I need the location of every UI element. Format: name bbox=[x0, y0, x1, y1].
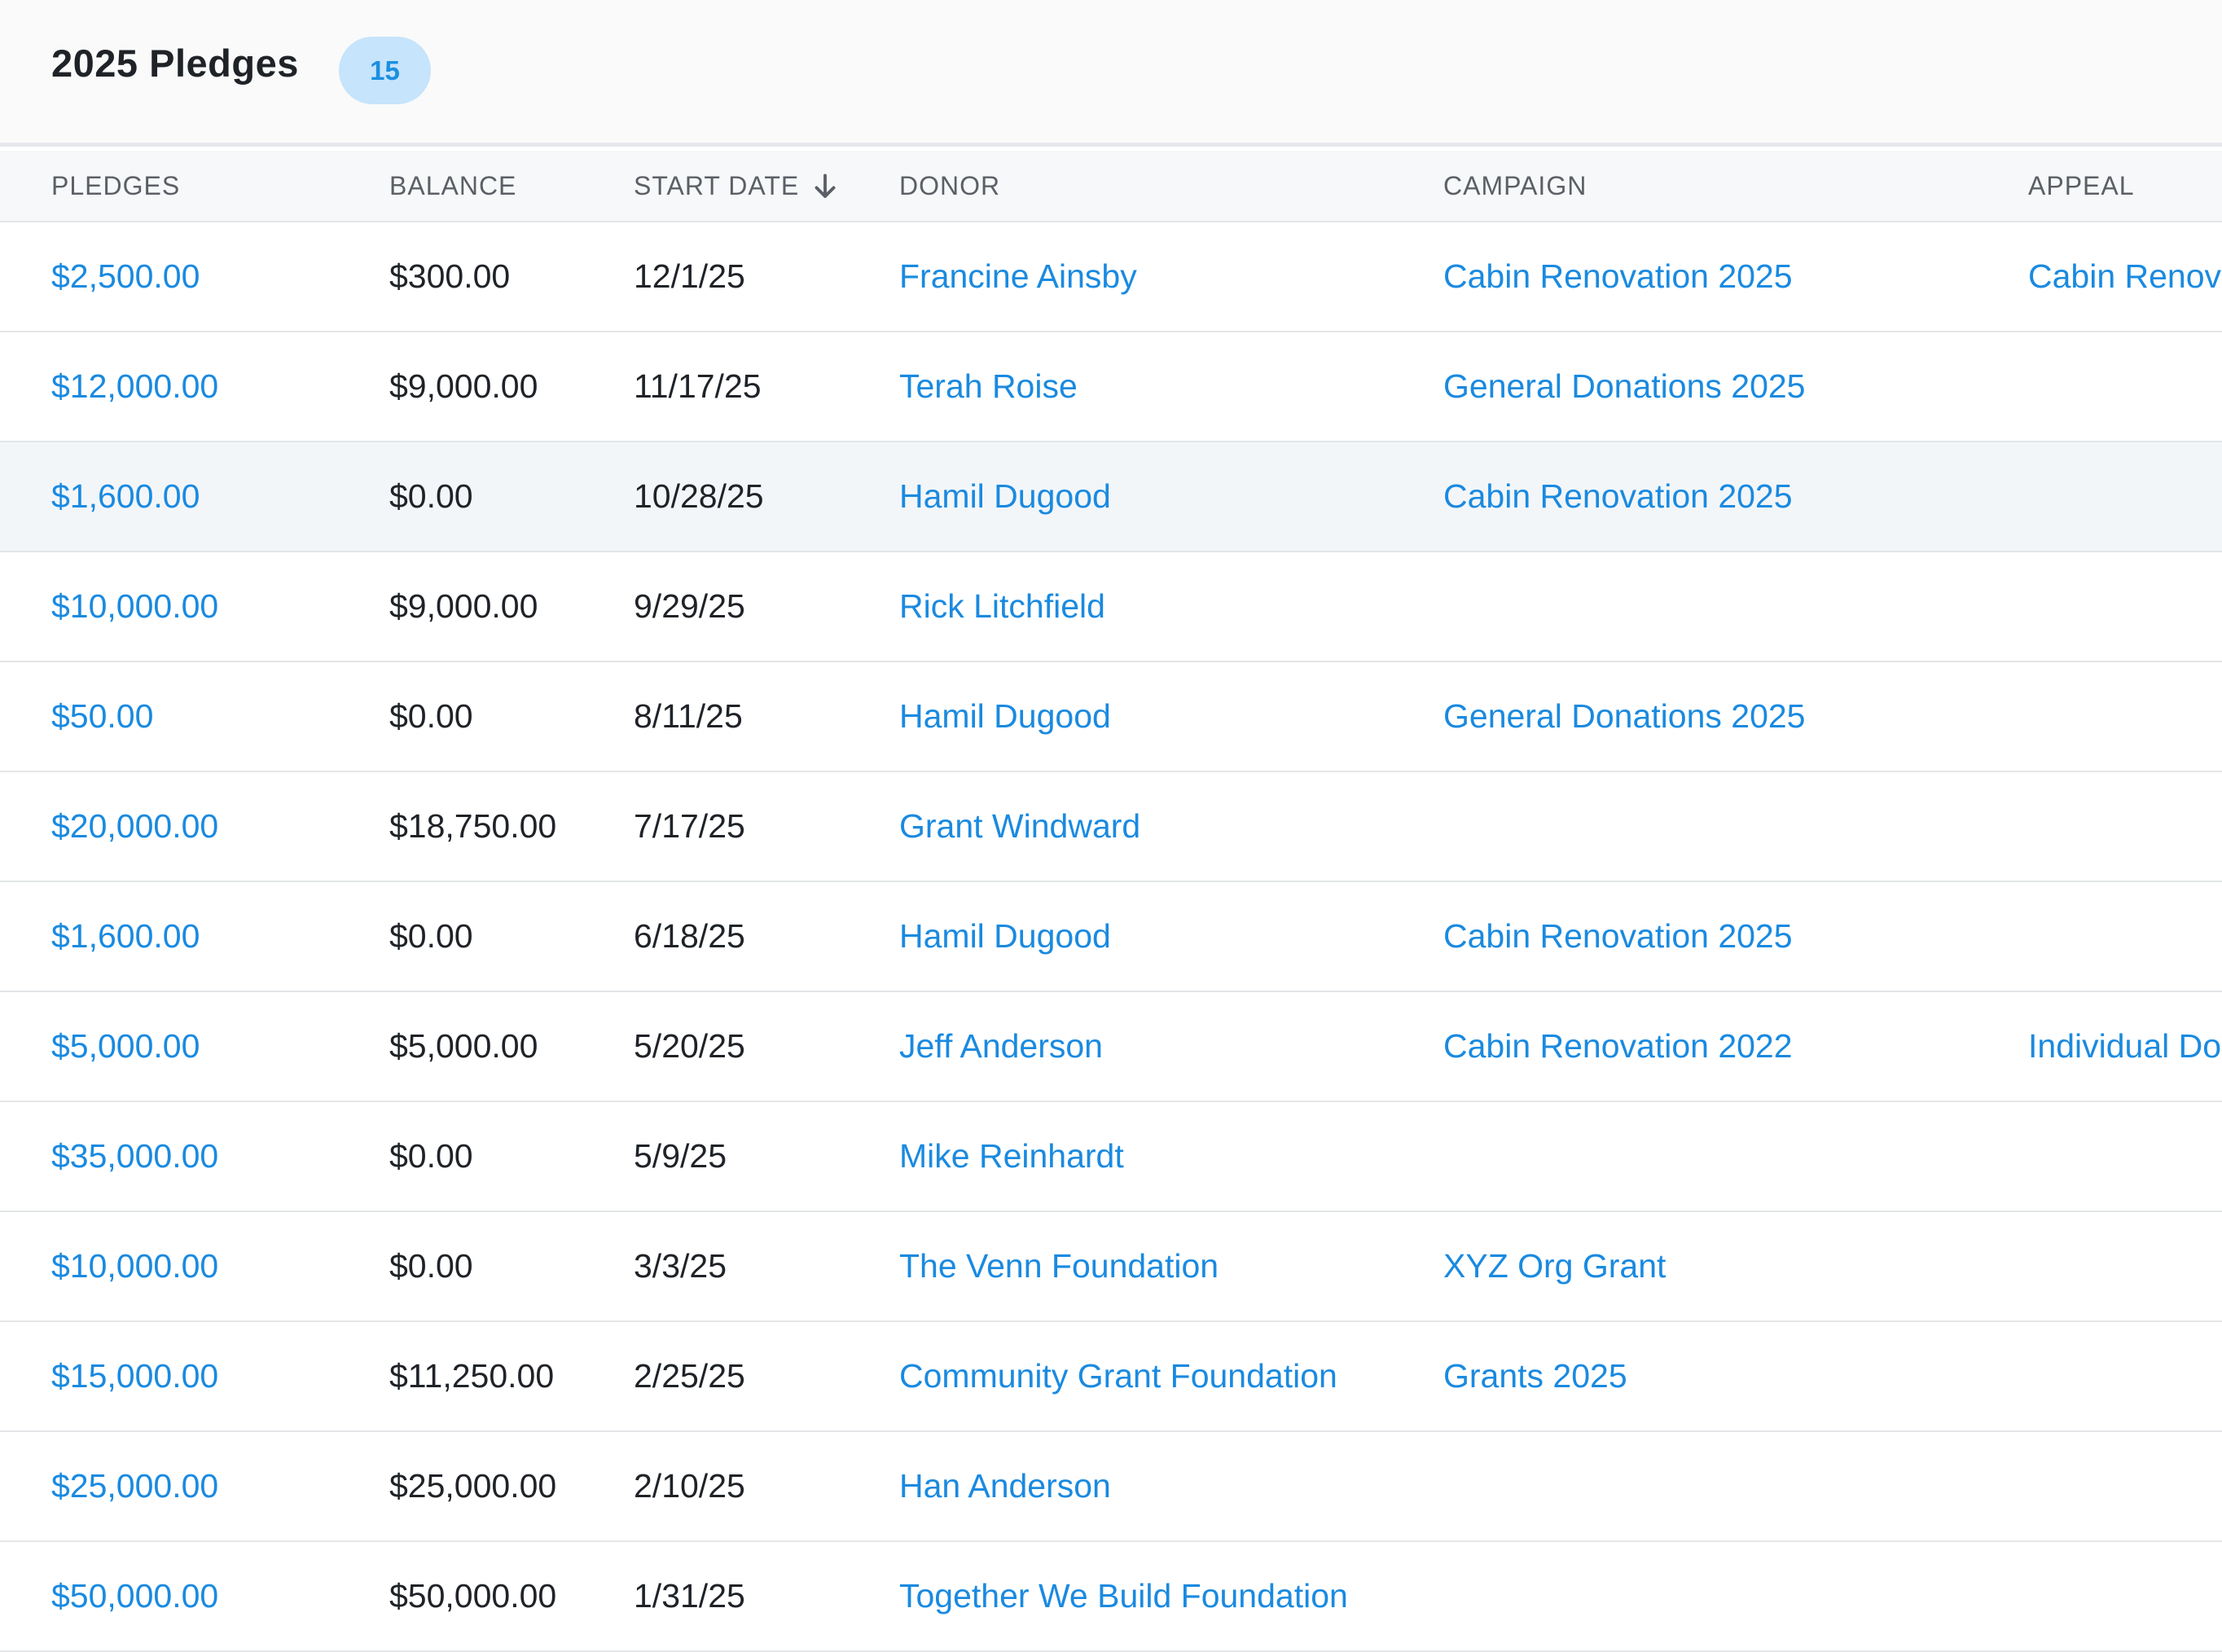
start-date-value: 5/9/25 bbox=[634, 1137, 727, 1175]
pledge-amount-link[interactable]: $50.00 bbox=[51, 662, 153, 771]
donor-link[interactable]: Terah Roise bbox=[899, 332, 1078, 441]
pledge-amount-link[interactable]: $1,600.00 bbox=[51, 882, 200, 991]
balance-value: $18,750.00 bbox=[389, 807, 557, 845]
start-date-value: 9/29/25 bbox=[634, 587, 745, 625]
pledge-amount-link[interactable]: $25,000.00 bbox=[51, 1432, 218, 1540]
table-header: PLEDGES BALANCE START DATE DONOR CAMPAIG… bbox=[0, 151, 2222, 222]
column-header-balance[interactable]: BALANCE bbox=[389, 151, 516, 221]
balance-value: $5,000.00 bbox=[389, 1027, 538, 1065]
start-date-value: 11/17/25 bbox=[634, 367, 762, 405]
table-row[interactable]: $1,600.00 $0.00 10/28/25 Hamil Dugood Cabin … bbox=[0, 442, 2222, 552]
column-header-campaign[interactable]: CAMPAIGN bbox=[1443, 151, 1587, 221]
start-date-value: 2/25/25 bbox=[634, 1357, 745, 1395]
balance-value: $0.00 bbox=[389, 477, 473, 515]
table-row[interactable]: $20,000.00 $18,750.00 7/17/25 Grant Windwar… bbox=[0, 772, 2222, 882]
table-row[interactable]: $1,600.00 $0.00 6/18/25 Hamil Dugood Cabin R… bbox=[0, 882, 2222, 992]
appeal-link[interactable]: Individual Do bbox=[2028, 992, 2221, 1101]
table-row[interactable]: $50.00 $0.00 8/11/25 Hamil Dugood General Do… bbox=[0, 662, 2222, 772]
table-row[interactable]: $5,000.00 $5,000.00 5/20/25 Jeff Anderson Ca… bbox=[0, 992, 2222, 1102]
column-header-donor[interactable]: DONOR bbox=[899, 151, 1000, 221]
appeal-link[interactable]: Cabin Renov bbox=[2028, 222, 2221, 331]
arrow-down-icon[interactable] bbox=[810, 172, 840, 201]
pledge-amount-link[interactable]: $15,000.00 bbox=[51, 1322, 218, 1430]
start-date-value: 8/11/25 bbox=[634, 697, 743, 735]
donor-link[interactable]: Han Anderson bbox=[899, 1432, 1111, 1540]
balance-value: $0.00 bbox=[389, 917, 473, 955]
start-date-value: 3/3/25 bbox=[634, 1247, 727, 1285]
pledge-amount-link[interactable]: $20,000.00 bbox=[51, 772, 218, 881]
donor-link[interactable]: Jeff Anderson bbox=[899, 992, 1103, 1101]
column-header-appeal[interactable]: APPEAL bbox=[2028, 151, 2135, 221]
campaign-link[interactable]: Grants 2025 bbox=[1443, 1322, 1627, 1430]
balance-value: $11,250.00 bbox=[389, 1357, 555, 1395]
start-date-value: 1/31/25 bbox=[634, 1577, 745, 1615]
table-row[interactable]: $25,000.00 $25,000.00 2/10/25 Han Anderson bbox=[0, 1432, 2222, 1542]
column-header-start-date[interactable]: START DATE bbox=[634, 151, 799, 221]
donor-link[interactable]: Hamil Dugood bbox=[899, 882, 1111, 991]
pledge-amount-link[interactable]: $50,000.00 bbox=[51, 1542, 218, 1650]
start-date-value: 6/18/25 bbox=[634, 917, 745, 955]
column-header-pledges[interactable]: PLEDGES bbox=[51, 151, 180, 221]
campaign-link[interactable]: General Donations 2025 bbox=[1443, 662, 1805, 771]
donor-link[interactable]: Rick Litchfield bbox=[899, 552, 1105, 661]
pledge-amount-link[interactable]: $2,500.00 bbox=[51, 222, 200, 331]
pledge-amount-link[interactable]: $5,000.00 bbox=[51, 992, 200, 1101]
pledge-amount-link[interactable]: $10,000.00 bbox=[51, 552, 218, 661]
pledge-amount-link[interactable]: $1,600.00 bbox=[51, 442, 200, 551]
donor-link[interactable]: Grant Windward bbox=[899, 772, 1140, 881]
balance-value: $50,000.00 bbox=[389, 1577, 557, 1615]
table-row[interactable]: $10,000.00 $9,000.00 9/29/25 Rick Litchfiel… bbox=[0, 552, 2222, 662]
donor-link[interactable]: Hamil Dugood bbox=[899, 662, 1111, 771]
balance-value: $0.00 bbox=[389, 1137, 473, 1175]
start-date-value: 2/10/25 bbox=[634, 1467, 745, 1505]
campaign-link[interactable]: General Donations 2025 bbox=[1443, 332, 1805, 441]
table-row[interactable]: $2,500.00 $300.00 12/1/25 Francine Ainsby Ca… bbox=[0, 222, 2222, 332]
donor-link[interactable]: Together We Build Foundation bbox=[899, 1542, 1348, 1650]
balance-value: $0.00 bbox=[389, 697, 473, 735]
donor-link[interactable]: Community Grant Foundation bbox=[899, 1322, 1337, 1430]
start-date-value: 7/17/25 bbox=[634, 807, 745, 845]
table-row[interactable]: $12,000.00 $9,000.00 11/17/25 Terah Roise Ge… bbox=[0, 332, 2222, 442]
campaign-link[interactable]: Cabin Renovation 2025 bbox=[1443, 882, 1793, 991]
start-date-value: 5/20/25 bbox=[634, 1027, 745, 1065]
table-row[interactable]: $35,000.00 $0.00 5/9/25 Mike Reinhardt bbox=[0, 1102, 2222, 1212]
pledge-amount-link[interactable]: $35,000.00 bbox=[51, 1102, 218, 1210]
donor-link[interactable]: The Venn Foundation bbox=[899, 1212, 1219, 1320]
pledge-amount-link[interactable]: $10,000.00 bbox=[51, 1212, 218, 1320]
balance-value: $300.00 bbox=[389, 257, 511, 295]
start-date-value: 10/28/25 bbox=[634, 477, 764, 515]
campaign-link[interactable]: XYZ Org Grant bbox=[1443, 1212, 1666, 1320]
page-header: 2025 Pledges 15 bbox=[0, 0, 2222, 147]
pledge-amount-link[interactable]: $12,000.00 bbox=[51, 332, 218, 441]
campaign-link[interactable]: Cabin Renovation 2025 bbox=[1443, 442, 1793, 551]
balance-value: $9,000.00 bbox=[389, 587, 538, 625]
balance-value: $25,000.00 bbox=[389, 1467, 557, 1505]
balance-value: $9,000.00 bbox=[389, 367, 538, 405]
donor-link[interactable]: Hamil Dugood bbox=[899, 442, 1111, 551]
page-title: 2025 Pledges bbox=[51, 42, 299, 85]
table-row[interactable]: $50,000.00 $50,000.00 1/31/25 Together We B… bbox=[0, 1542, 2222, 1652]
balance-value: $0.00 bbox=[389, 1247, 473, 1285]
table-row[interactable]: $10,000.00 $0.00 3/3/25 The Venn Foundation… bbox=[0, 1212, 2222, 1322]
table-row[interactable]: $15,000.00 $11,250.00 2/25/25 Community Gra… bbox=[0, 1322, 2222, 1432]
campaign-link[interactable]: Cabin Renovation 2022 bbox=[1443, 992, 1793, 1101]
donor-link[interactable]: Francine Ainsby bbox=[899, 222, 1137, 331]
campaign-link[interactable]: Cabin Renovation 2025 bbox=[1443, 222, 1793, 331]
start-date-value: 12/1/25 bbox=[634, 257, 745, 295]
count-badge: 15 bbox=[339, 37, 431, 104]
donor-link[interactable]: Mike Reinhardt bbox=[899, 1102, 1124, 1210]
